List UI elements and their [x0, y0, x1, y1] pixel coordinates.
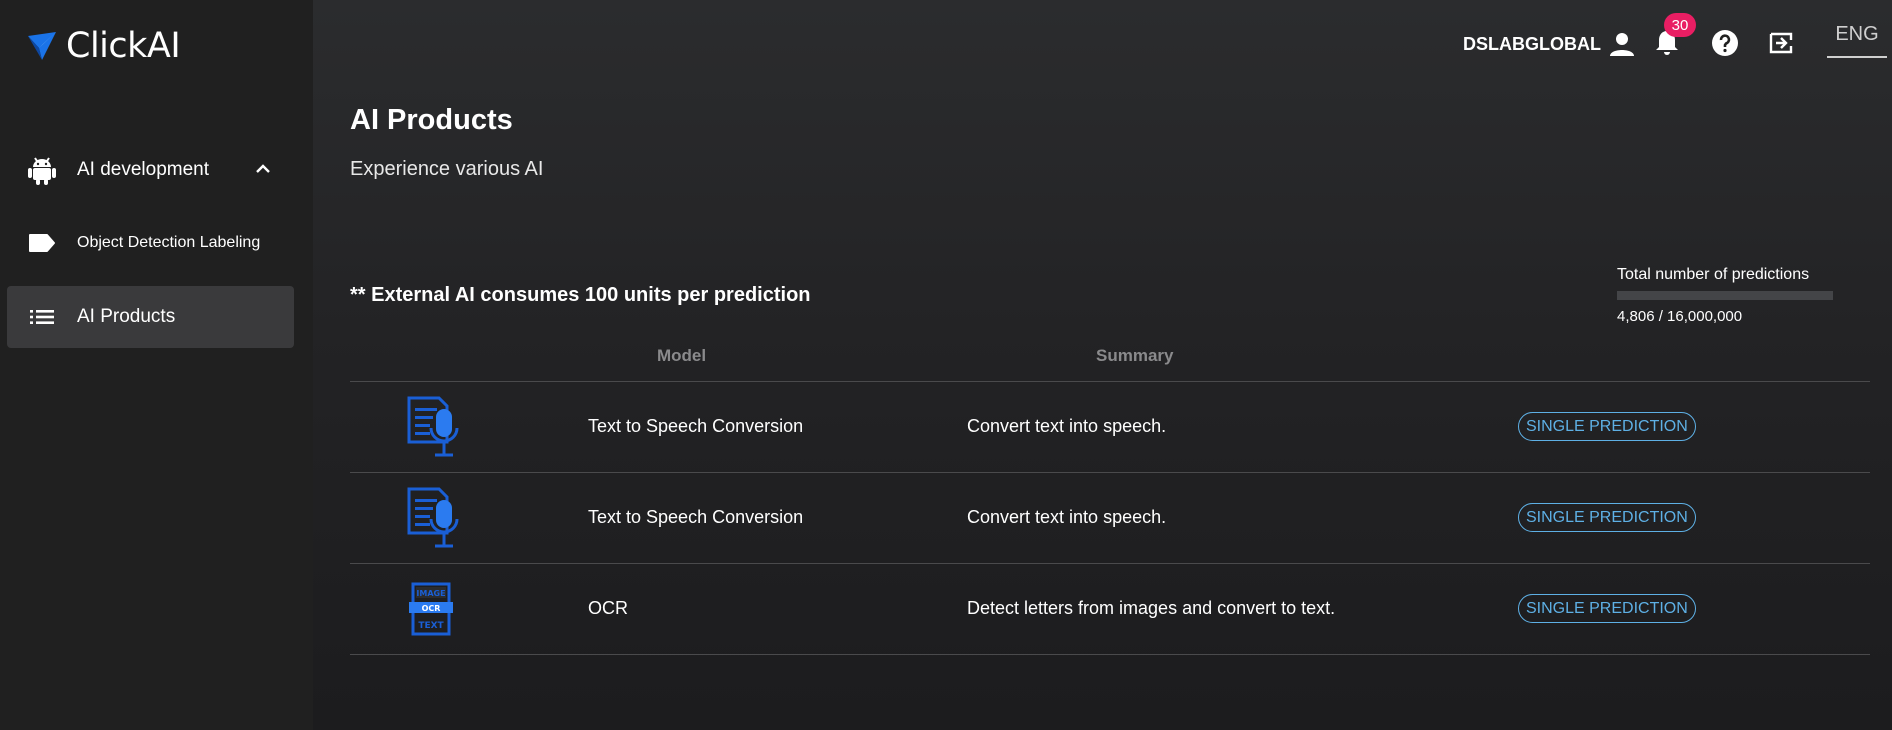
ai-products-table: Model Summary Text to Speech Conversion …: [350, 340, 1870, 655]
ocr-icon-text-image: IMAGE: [416, 589, 445, 598]
usage-notice: ** External AI consumes 100 units per pr…: [350, 284, 811, 306]
single-prediction-button[interactable]: SINGLE PREDICTION: [1518, 503, 1696, 532]
single-prediction-button[interactable]: SINGLE PREDICTION: [1518, 412, 1696, 441]
text-to-speech-icon: [407, 487, 463, 549]
column-header-model: Model: [657, 346, 707, 365]
logout-icon: [1769, 32, 1793, 54]
language-selector[interactable]: ENG: [1827, 20, 1887, 58]
column-header-summary: Summary: [1096, 346, 1174, 365]
user-menu[interactable]: DSLABGLOBAL: [1463, 24, 1635, 64]
single-prediction-button[interactable]: SINGLE PREDICTION: [1518, 594, 1696, 623]
ocr-icon-text-text: TEXT: [418, 621, 444, 631]
brand-name: ClickAI: [66, 26, 181, 66]
username: DSLABGLOBAL: [1463, 33, 1601, 54]
page-subtitle: Experience various AI: [350, 158, 544, 180]
ocr-icon: IMAGE OCR TEXT: [407, 578, 463, 640]
text-to-speech-icon: [407, 396, 463, 458]
model-name: OCR: [588, 598, 628, 618]
help-icon: [1712, 30, 1738, 56]
model-summary: Detect letters from images and convert t…: [967, 598, 1336, 618]
table-row[interactable]: IMAGE OCR TEXT OCR Detect letters from i…: [350, 564, 1870, 655]
predictions-count: 4,806 / 16,000,000: [1617, 308, 1743, 325]
sidebar-item-label: Object Detection Labeling: [77, 234, 261, 251]
person-icon: [1610, 33, 1634, 56]
model-name: Text to Speech Conversion: [588, 416, 804, 436]
page-title: AI Products: [350, 104, 513, 136]
list-icon: [27, 302, 57, 332]
model-name: Text to Speech Conversion: [588, 507, 804, 527]
clickai-logo-icon: [28, 32, 56, 60]
table-header: Model Summary: [350, 340, 1870, 382]
table-row[interactable]: Text to Speech Conversion Convert text i…: [350, 382, 1870, 473]
sidebar-item-label: AI Products: [77, 306, 176, 327]
sidebar-item-ai-products[interactable]: AI Products: [7, 286, 294, 348]
sidebar-item-ai-development[interactable]: AI development: [7, 139, 294, 201]
predictions-label: Total number of predictions: [1617, 266, 1810, 283]
label-tag-icon: [27, 228, 57, 258]
notification-badge: 30: [1664, 13, 1696, 37]
logo[interactable]: ClickAI: [26, 26, 181, 66]
predictions-progress-bar: [1617, 291, 1833, 300]
model-summary: Convert text into speech.: [967, 416, 1167, 436]
help-button[interactable]: [1708, 26, 1742, 60]
chevron-up-icon[interactable]: [254, 160, 272, 178]
sidebar-item-object-detection-labeling[interactable]: Object Detection Labeling: [7, 212, 294, 274]
android-icon: [27, 155, 57, 185]
sidebar-item-label: AI development: [77, 159, 210, 180]
table-row[interactable]: Text to Speech Conversion Convert text i…: [350, 473, 1870, 564]
model-summary: Convert text into speech.: [967, 507, 1167, 527]
ocr-icon-text-ocr: OCR: [422, 604, 441, 613]
main-content: DSLABGLOBAL 30 ENG AI Products Experienc…: [313, 0, 1892, 730]
logout-button[interactable]: [1764, 26, 1798, 60]
sidebar: ClickAI AI development Object Detection …: [0, 0, 313, 730]
